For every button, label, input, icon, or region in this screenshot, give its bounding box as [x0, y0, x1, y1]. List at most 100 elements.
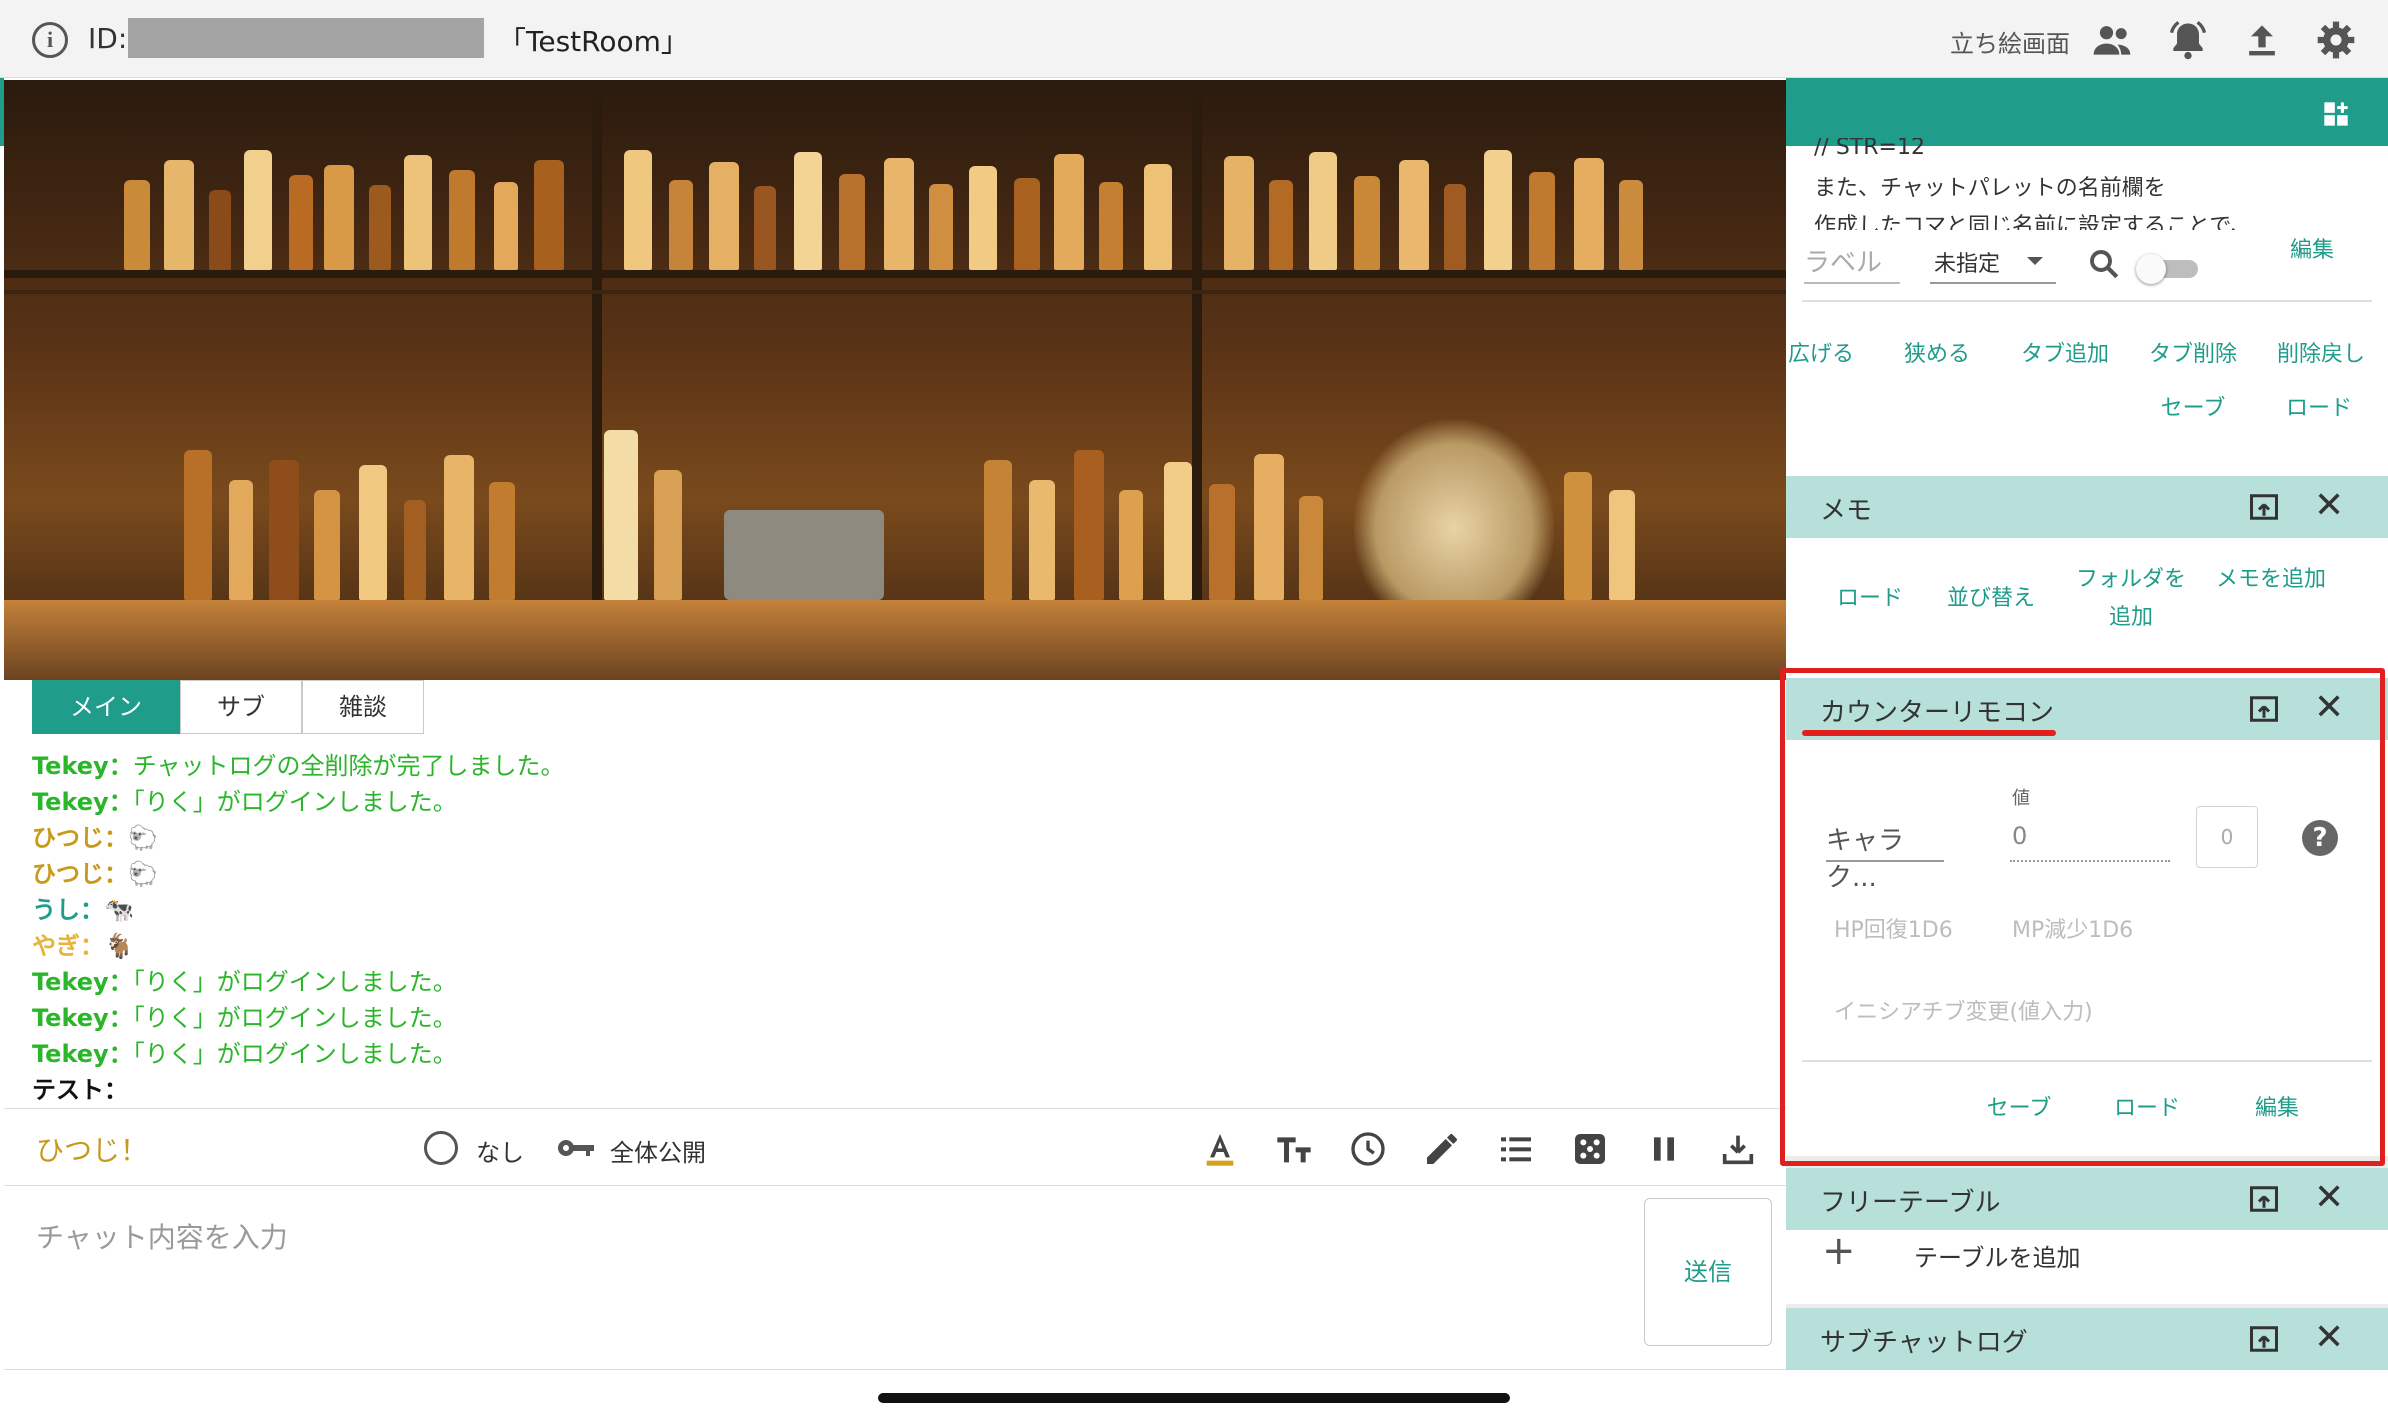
close-icon[interactable]: ✕	[2314, 486, 2344, 526]
highlight-underline	[1802, 730, 2056, 736]
pause-icon[interactable]	[1644, 1129, 1684, 1169]
pencil-icon[interactable]	[1422, 1129, 1462, 1169]
bar-counter	[4, 600, 1786, 680]
widen-button[interactable]: 広げる	[1776, 336, 1866, 374]
lower-shelf-bottles	[4, 294, 1786, 600]
tab-sub[interactable]: サブ	[180, 680, 302, 734]
send-button[interactable]: 送信	[1644, 1198, 1772, 1346]
popout-icon[interactable]	[2248, 1324, 2280, 1354]
free-table-panel: フリーテーブル ✕ + テーブルを追加	[1786, 1168, 2388, 1304]
gear-icon[interactable]	[2314, 18, 2358, 62]
memo-panel-header: メモ ✕	[1786, 476, 2388, 538]
add-widget-icon[interactable]	[2322, 100, 2350, 128]
goat-emoji: 🐐	[104, 932, 134, 960]
undo-delete-button[interactable]: 削除戻し	[2266, 336, 2376, 374]
memo-load-button[interactable]: ロード	[1820, 580, 1920, 618]
people-icon[interactable]	[2090, 18, 2134, 62]
chat-line: Tekey：チャットログの全削除が完了しました。	[32, 748, 1772, 784]
highlight-box	[1780, 668, 2385, 1166]
info-icon[interactable]: i	[32, 22, 68, 58]
chat-text: 「りく」がログインしました。	[132, 1004, 457, 1032]
narrow-button[interactable]: 狭める	[1892, 336, 1982, 374]
top-bar: i ID: 「TestRoom」 立ち絵画面	[0, 0, 2388, 78]
room-name: 「TestRoom」	[498, 25, 689, 58]
face-icon[interactable]	[424, 1131, 458, 1165]
free-table-title: フリーテーブル	[1820, 1188, 2001, 1218]
free-table-header: フリーテーブル ✕	[1786, 1168, 2388, 1230]
chat-line: うし：🐄	[32, 892, 1772, 928]
search-icon[interactable]	[2086, 246, 2122, 282]
close-icon[interactable]: ✕	[2314, 1318, 2344, 1358]
chat-line: やぎ：🐐	[32, 928, 1772, 964]
sub-chat-log-panel: サブチャットログ ✕	[1786, 1308, 2388, 1420]
chat-speaker: Tekey：	[32, 788, 133, 816]
palette-text-line: また、チャットパレットの名前欄を	[1814, 176, 2166, 201]
chat-text-input[interactable]: チャット内容を入力 送信	[4, 1188, 1786, 1370]
font-color-icon[interactable]	[1200, 1129, 1240, 1169]
upper-shelf-bottles	[4, 80, 1786, 270]
add-table-button[interactable]: テーブルを追加	[1914, 1238, 2081, 1273]
popout-icon[interactable]	[2248, 1184, 2280, 1214]
search-toggle[interactable]	[2136, 254, 2198, 284]
chat-speaker: ひつじ：	[32, 824, 128, 852]
room-id-redacted	[128, 18, 484, 58]
palette-edit-button[interactable]: 編集	[2272, 232, 2352, 270]
palette-save-button[interactable]: セーブ	[2150, 390, 2236, 428]
sender-name[interactable]: ひつじ！	[36, 1129, 148, 1169]
label-select-value: 未指定	[1934, 252, 2001, 277]
label-input[interactable]: ラベル	[1804, 238, 1900, 284]
bell-icon[interactable]	[2166, 18, 2210, 62]
chat-palette-panel: // STR=12 また、チャットパレットの名前欄を 作成したコマと同じ名前に設…	[1786, 138, 2388, 530]
upload-icon[interactable]	[2240, 18, 2284, 62]
tab-chat[interactable]: 雑談	[302, 680, 424, 734]
chat-line: ひつじ：🐑	[32, 856, 1772, 892]
sub-chat-log-title: サブチャットログ	[1820, 1328, 2028, 1358]
chat-speaker: テスト：	[32, 1076, 128, 1104]
chat-text: 「りく」がログインしました。	[132, 1040, 457, 1068]
popout-icon[interactable]	[2248, 492, 2280, 522]
standing-image-button[interactable]: 立ち絵画面	[1950, 24, 2070, 59]
add-memo-button[interactable]: メモを追加	[2216, 561, 2326, 599]
add-tab-button[interactable]: タブ追加	[2010, 336, 2120, 374]
room-background-image	[4, 80, 1786, 680]
chat-log: Tekey：チャットログの全削除が完了しました。 Tekey：「りく」がログイン…	[32, 748, 1772, 1108]
chat-line: Tekey：「りく」がログインしました。	[32, 784, 1772, 820]
home-indicator	[878, 1393, 1510, 1403]
label-select[interactable]: 未指定	[1930, 238, 2056, 284]
chat-input-toolbar: ひつじ！ なし 全体公開	[4, 1108, 1786, 1186]
text-size-icon[interactable]	[1274, 1129, 1314, 1169]
tab-main[interactable]: メイン	[32, 680, 180, 734]
chat-speaker: うし：	[32, 896, 104, 924]
chevron-down-icon	[2027, 257, 2043, 265]
close-icon[interactable]: ✕	[2314, 1178, 2344, 1218]
chat-line: Tekey：「りく」がログインしました。	[32, 964, 1772, 1000]
chat-speaker: Tekey：	[32, 968, 133, 996]
plus-icon[interactable]: +	[1822, 1230, 1856, 1272]
chat-line: テスト：	[32, 1072, 1772, 1108]
palette-text-line: 作成したコマと同じ名前に設定することで、	[1814, 214, 2253, 230]
chat-speaker: やぎ：	[32, 932, 104, 960]
chat-line: Tekey：「りく」がログインしました。	[32, 1000, 1772, 1036]
clock-icon[interactable]	[1348, 1129, 1388, 1169]
face-select-label[interactable]: なし	[476, 1133, 524, 1168]
chat-text: チャットログの全削除が完了しました。	[132, 752, 565, 780]
cow-emoji: 🐄	[104, 896, 134, 924]
sub-chat-log-header: サブチャットログ ✕	[1786, 1308, 2388, 1370]
add-folder-button[interactable]: フォルダを追加	[2076, 561, 2186, 637]
chat-speaker: Tekey：	[32, 1004, 133, 1032]
chat-text: 「りく」がログインしました。	[132, 968, 457, 996]
key-icon[interactable]	[556, 1133, 596, 1163]
dice-icon[interactable]	[1570, 1129, 1610, 1169]
visibility-label[interactable]: 全体公開	[610, 1133, 706, 1168]
chat-line: Tekey：「りく」がログインしました。	[32, 1036, 1772, 1072]
chat-text: 「りく」がログインしました。	[132, 788, 457, 816]
list-icon[interactable]	[1496, 1129, 1536, 1169]
palette-load-button[interactable]: ロード	[2276, 390, 2362, 428]
memo-panel-title: メモ	[1820, 496, 1873, 526]
side-panel-header	[1786, 78, 2388, 146]
delete-tab-button[interactable]: タブ削除	[2138, 336, 2248, 374]
chat-speaker: Tekey：	[32, 1040, 133, 1068]
chat-speaker: ひつじ：	[32, 860, 128, 888]
memo-sort-button[interactable]: 並び替え	[1936, 580, 2046, 618]
download-icon[interactable]	[1718, 1129, 1758, 1169]
